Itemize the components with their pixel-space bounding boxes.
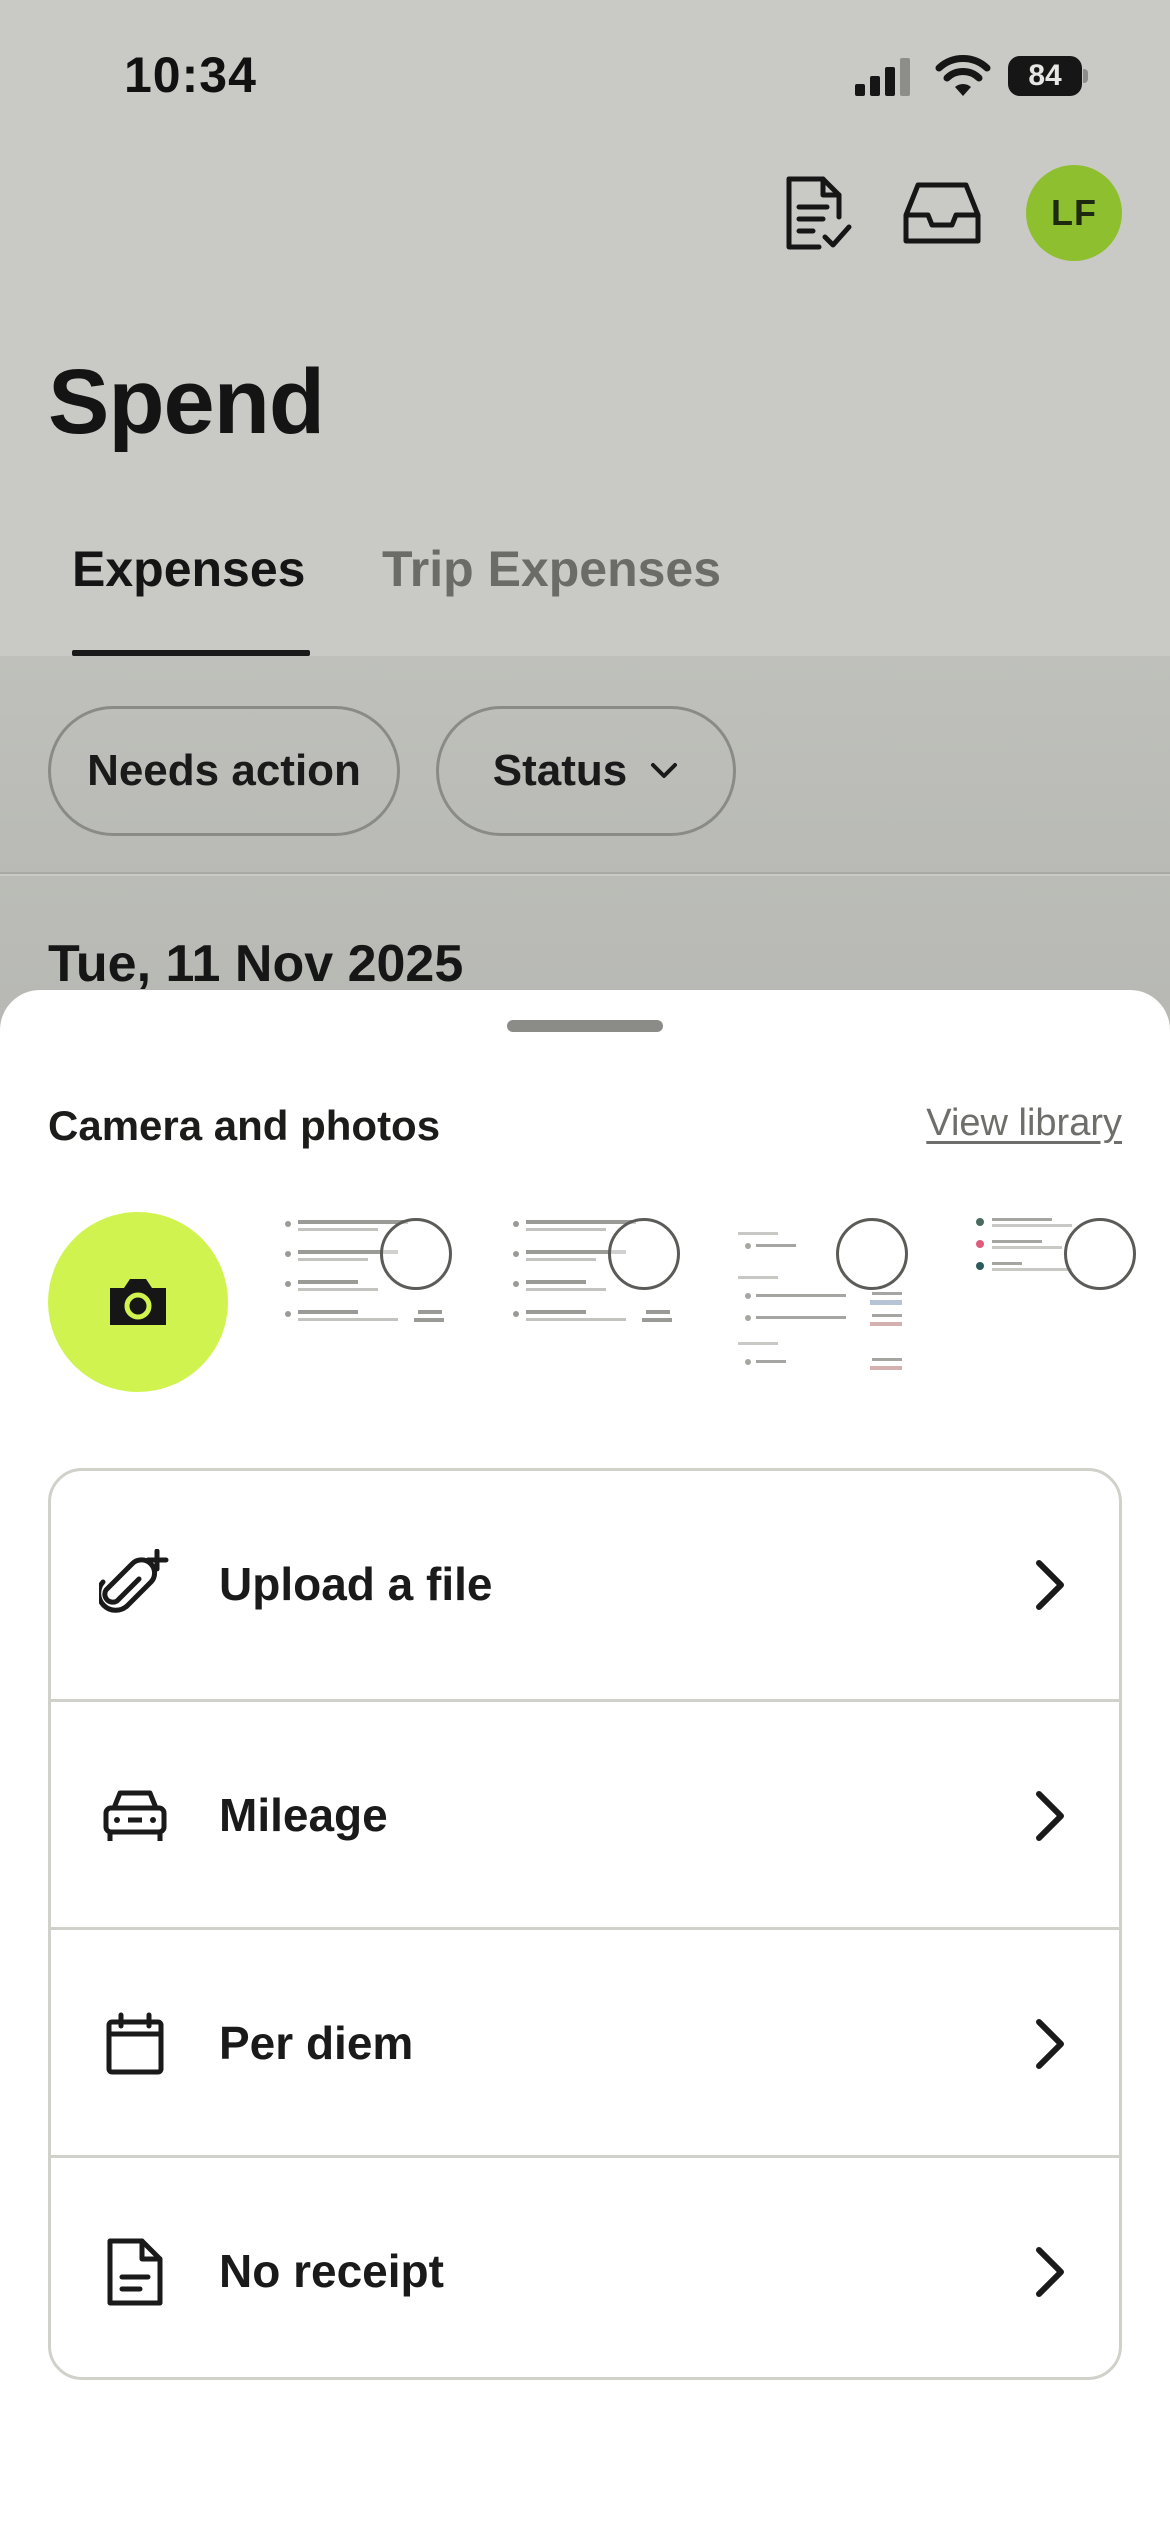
needs-action-filter[interactable]: Needs action [48,706,400,836]
cellular-signal-icon [855,58,910,96]
photo-thumbnail[interactable] [724,1212,914,1402]
photo-thumbnail[interactable] [496,1212,686,1402]
upload-file-option[interactable]: Upload a file [51,1471,1119,1699]
sheet-grabber[interactable] [507,1020,663,1032]
mileage-option[interactable]: Mileage [51,1699,1119,1927]
photo-thumbnail[interactable] [952,1212,1142,1402]
per-diem-option[interactable]: Per diem [51,1927,1119,2155]
tab-trip-expenses[interactable]: Trip Expenses [382,540,721,656]
inbox-icon[interactable] [902,173,982,253]
battery-level: 84 [1028,59,1062,92]
status-filter[interactable]: Status [436,706,736,836]
avatar[interactable]: LF [1026,165,1122,261]
option-label: Per diem [219,2017,414,2069]
camera-icon [110,1279,166,1325]
photo-select-circle[interactable] [1064,1218,1136,1290]
no-receipt-option[interactable]: No receipt [51,2155,1119,2377]
photo-select-circle[interactable] [608,1218,680,1290]
paperclip-plus-icon [99,1549,171,1621]
option-label: No receipt [219,2245,444,2297]
calendar-icon [99,2008,171,2080]
chevron-right-icon [1036,1560,1064,1610]
status-label: Status [492,746,628,795]
option-label: Mileage [219,1789,388,1841]
photo-thumbnail[interactable] [268,1212,458,1402]
chevron-right-icon [1036,1791,1064,1841]
car-icon [99,1780,171,1852]
battery-icon: 84 [1008,56,1088,96]
camera-photos-title: Camera and photos [48,1102,441,1149]
status-bar: 10:34 84 [0,0,1170,150]
photo-strip [0,1212,1170,1402]
chevron-right-icon [1036,2247,1064,2297]
tabs: Expenses Trip Expenses [0,540,1170,656]
chevron-right-icon [1036,2019,1064,2069]
receipt-check-icon[interactable] [778,173,858,253]
page-title: Spend [48,351,325,453]
chevron-down-icon [651,763,678,778]
photo-select-circle[interactable] [836,1218,908,1290]
add-options-list: Upload a file Mileage Per diem No receip… [48,1468,1122,2380]
add-expense-sheet: Camera and photos View library Upload a … [0,990,1170,2532]
needs-action-label: Needs action [87,746,361,795]
option-label: Upload a file [219,1558,493,1610]
tab-expenses[interactable]: Expenses [72,540,305,656]
wifi-icon [935,55,991,96]
view-library-link[interactable]: View library [926,1102,1122,1145]
date-heading: Tue, 11 Nov 2025 [48,935,464,993]
document-icon [99,2236,171,2308]
filter-bar: Needs action Status [0,656,1170,874]
header-actions: LF [778,165,1122,261]
camera-button[interactable] [48,1212,228,1392]
status-time: 10:34 [124,47,257,103]
photo-select-circle[interactable] [380,1218,452,1290]
